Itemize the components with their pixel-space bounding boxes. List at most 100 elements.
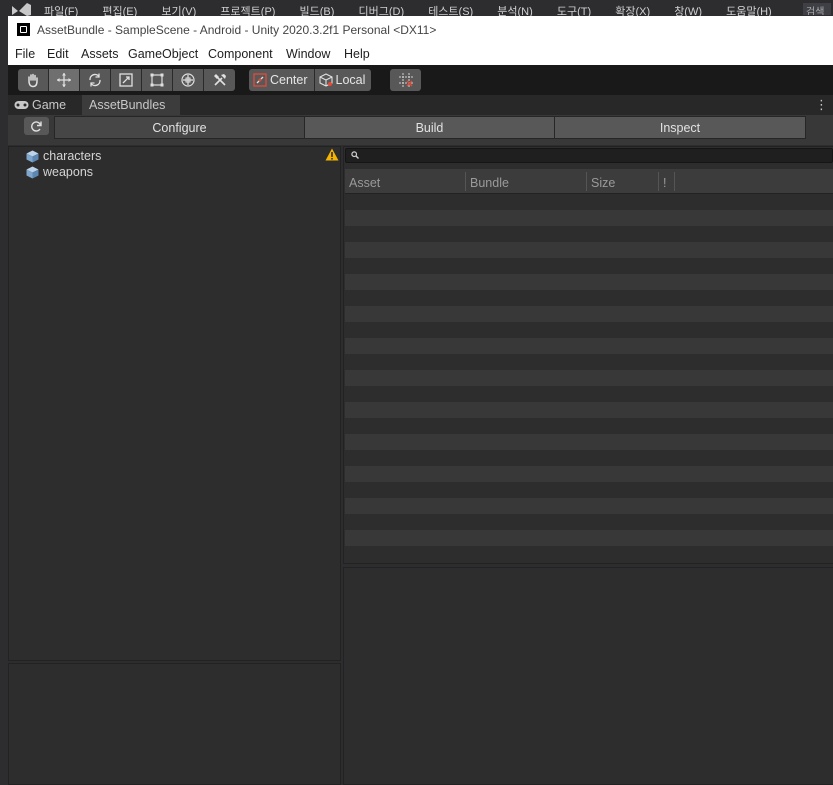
column-divider[interactable] <box>674 172 675 191</box>
table-row <box>345 258 833 274</box>
host-menu-item[interactable]: 확장(X) <box>615 6 650 16</box>
bundle-name: characters <box>43 149 102 163</box>
asset-detail-panel <box>343 567 833 785</box>
asset-search-field[interactable] <box>345 148 833 163</box>
transform-tool-button[interactable] <box>173 69 204 91</box>
table-row <box>345 194 833 210</box>
table-row <box>345 434 833 450</box>
tab-assetbundles[interactable]: AssetBundles <box>82 95 180 115</box>
host-search-box[interactable]: 검색 <box>803 3 831 15</box>
table-row <box>345 386 833 402</box>
host-menu-item[interactable]: 분석(N) <box>497 6 533 16</box>
menu-gameobject[interactable]: GameObject <box>128 47 198 61</box>
scale-tool-icon <box>119 73 133 87</box>
table-row <box>345 546 833 562</box>
mode-configure-button[interactable]: Configure <box>54 116 305 139</box>
grid-snap-icon <box>398 73 413 87</box>
visual-studio-logo-icon <box>12 3 31 16</box>
host-menu-item[interactable]: 편집(E) <box>102 6 137 16</box>
table-row <box>345 306 833 322</box>
column-bundle[interactable]: Bundle <box>470 176 509 190</box>
host-menu-item[interactable]: 프로젝트(P) <box>220 6 275 16</box>
custom-tool-button[interactable] <box>204 69 235 91</box>
more-options-icon[interactable]: ⋮ <box>815 98 828 111</box>
bundle-name: weapons <box>43 165 94 179</box>
table-row <box>345 226 833 242</box>
bundle-detail-panel <box>8 663 341 785</box>
table-row <box>345 514 833 530</box>
menu-bar: File Edit Assets GameObject Component Wi… <box>8 44 833 65</box>
bundle-item-characters[interactable]: characters <box>26 148 101 164</box>
host-menu-item[interactable]: 보기(V) <box>161 6 196 16</box>
mode-inspect-button[interactable]: Inspect <box>554 116 806 139</box>
host-menu-item[interactable]: 파일(F) <box>44 6 78 16</box>
browser-mode-bar: Configure Build Inspect <box>8 115 833 145</box>
table-row <box>345 210 833 226</box>
host-menu-item[interactable]: 디버그(D) <box>358 6 404 16</box>
table-row <box>345 322 833 338</box>
table-row <box>345 530 833 546</box>
menu-file[interactable]: File <box>15 47 35 61</box>
main-toolbar: Center Local <box>8 65 833 95</box>
hand-tool-button[interactable] <box>18 69 49 91</box>
column-divider[interactable] <box>465 172 466 191</box>
table-row <box>345 354 833 370</box>
asset-table-header: Asset Bundle Size ! <box>345 169 833 194</box>
menu-assets[interactable]: Assets <box>81 47 119 61</box>
refresh-icon <box>31 120 42 132</box>
host-menu-item[interactable]: 도움말(H) <box>726 6 772 16</box>
move-tool-button[interactable] <box>49 69 80 91</box>
move-tool-icon <box>57 73 71 87</box>
host-menu-item[interactable]: 테스트(S) <box>428 6 473 16</box>
table-row <box>345 498 833 514</box>
host-menu-item[interactable]: 도구(T) <box>557 6 591 16</box>
tab-game[interactable]: Game <box>12 95 72 115</box>
scale-tool-button[interactable] <box>111 69 142 91</box>
table-row <box>345 290 833 306</box>
column-asset[interactable]: Asset <box>349 176 380 190</box>
table-row <box>345 370 833 386</box>
asset-list-panel: Asset Bundle Size ! <box>343 146 833 564</box>
host-menu: 파일(F) 편집(E) 보기(V) 프로젝트(P) 빌드(B) 디버그(D) 테… <box>44 3 793 16</box>
grid-snap-group <box>390 69 421 91</box>
host-menu-item[interactable]: 빌드(B) <box>300 6 335 16</box>
pivot-rotation-toggle[interactable]: Local <box>314 69 372 91</box>
pivot-controls: Center Local <box>249 69 372 91</box>
column-divider[interactable] <box>586 172 587 191</box>
unity-logo-icon <box>17 23 30 36</box>
asset-table-rows <box>345 194 833 564</box>
bundle-tree-panel: characters weapons <box>8 146 341 661</box>
asset-search-input[interactable] <box>361 149 821 162</box>
refresh-button[interactable] <box>24 117 49 135</box>
pivot-center-icon <box>253 73 267 87</box>
rotate-tool-button[interactable] <box>80 69 111 91</box>
grid-snap-button[interactable] <box>390 69 421 91</box>
local-cube-icon <box>318 73 333 87</box>
rect-tool-button[interactable] <box>142 69 173 91</box>
bundle-item-weapons[interactable]: weapons <box>26 164 93 180</box>
menu-component[interactable]: Component <box>208 47 273 61</box>
column-divider[interactable] <box>658 172 659 191</box>
tab-assetbundles-label: AssetBundles <box>89 98 166 112</box>
pivot-mode-label: Center <box>270 73 308 87</box>
tab-game-label: Game <box>32 98 67 112</box>
mode-build-button[interactable]: Build <box>304 116 555 139</box>
table-row <box>345 450 833 466</box>
table-row <box>345 402 833 418</box>
column-size[interactable]: Size <box>591 176 615 190</box>
host-menu-item[interactable]: 창(W) <box>674 6 702 16</box>
column-warning[interactable]: ! <box>663 176 666 190</box>
table-row <box>345 418 833 434</box>
menu-help[interactable]: Help <box>344 47 370 61</box>
search-icon <box>351 151 359 159</box>
window-title: AssetBundle - SampleScene - Android - Un… <box>37 23 437 37</box>
window-tab-bar: Game AssetBundles ⋮ <box>8 95 833 115</box>
rotate-tool-icon <box>89 73 101 87</box>
pivot-mode-toggle[interactable]: Center <box>249 69 315 91</box>
table-row <box>345 274 833 290</box>
menu-window[interactable]: Window <box>286 47 330 61</box>
warning-icon[interactable] <box>325 148 339 161</box>
bundle-cube-icon <box>26 166 39 178</box>
menu-edit[interactable]: Edit <box>47 47 69 61</box>
table-row <box>345 466 833 482</box>
